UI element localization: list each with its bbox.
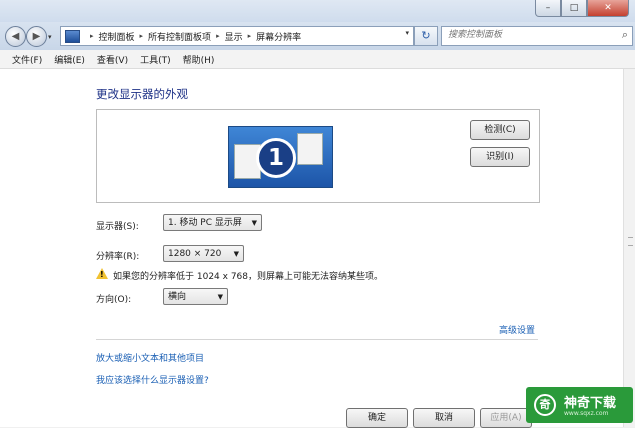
identify-button[interactable]: 识别(I) (470, 147, 530, 167)
logo-mark-icon: 奇 (534, 394, 556, 416)
menu-edit[interactable]: 编辑(E) (48, 53, 91, 66)
monitor-number-badge: 1 (256, 138, 296, 178)
menu-view[interactable]: 查看(V) (91, 53, 134, 66)
search-input[interactable] (442, 27, 608, 43)
chevron-down-icon: ▼ (217, 293, 223, 301)
display-preview: 1 检测(C) 识别(I) (96, 109, 540, 203)
watermark-logo: 奇 神奇下载 www.sqxz.com (526, 387, 633, 423)
back-button[interactable]: ◀ (5, 26, 26, 47)
title-bar: – □ ✕ (0, 0, 635, 22)
history-dropdown-icon[interactable]: ▾ (48, 33, 52, 41)
search-icon[interactable]: ⌕ (622, 28, 628, 42)
forward-button[interactable]: ▶ (26, 26, 47, 47)
resolution-warning-text: 如果您的分辨率低于 1024 x 768，则屏幕上可能无法容纳某些项。 (113, 272, 383, 282)
orientation-select[interactable]: 横向 ▼ (163, 288, 228, 305)
breadcrumb-screen-resolution[interactable]: 屏幕分辨率 (256, 30, 301, 43)
orientation-select-value: 横向 (168, 292, 187, 302)
breadcrumb-display[interactable]: 显示 (225, 30, 243, 43)
display-label: 显示器(S): (96, 222, 139, 232)
content-pane: 更改显示器的外观 1 检测(C) 识别(I) 显示器(S): 1. 移动 PC … (0, 69, 623, 428)
menu-tools[interactable]: 工具(T) (134, 53, 177, 66)
search-box[interactable]: ⌕ (441, 26, 633, 46)
window-controls: – □ ✕ (535, 0, 629, 17)
refresh-button[interactable]: ↻ (414, 26, 438, 46)
menu-file[interactable]: 文件(F) (6, 53, 48, 66)
address-bar[interactable]: ▸ 控制面板 ▸ 所有控制面板项 ▸ 显示 ▸ 屏幕分辨率 ▾ (60, 26, 414, 46)
breadcrumb-separator-icon[interactable]: ▸ (216, 32, 220, 40)
minimize-button[interactable]: – (535, 0, 561, 17)
detect-button[interactable]: 检测(C) (470, 120, 530, 140)
logo-url: www.sqxz.com (564, 410, 609, 417)
monitor-1-preview[interactable]: 1 (228, 126, 333, 188)
resolution-select-value: 1280 × 720 (168, 249, 222, 259)
which-settings-link[interactable]: 我应该选择什么显示器设置? (96, 373, 209, 386)
warning-icon-glyph: ! (100, 270, 104, 279)
menu-bar: 文件(F) 编辑(E) 查看(V) 工具(T) 帮助(H) (0, 50, 635, 69)
page-title: 更改显示器的外观 (96, 87, 188, 101)
breadcrumb-separator-icon[interactable]: ▸ (248, 32, 252, 40)
menu-help[interactable]: 帮助(H) (177, 53, 221, 66)
monitor-window-thumbnail (297, 133, 323, 165)
divider (96, 339, 538, 340)
cancel-button[interactable]: 取消 (413, 408, 475, 428)
breadcrumb: ▸ 控制面板 ▸ 所有控制面板项 ▸ 显示 ▸ 屏幕分辨率 (85, 30, 301, 43)
advanced-settings-link[interactable]: 高级设置 (499, 323, 535, 336)
orientation-label: 方向(O): (96, 295, 132, 305)
text-size-link[interactable]: 放大或缩小文本和其他项目 (96, 351, 204, 364)
breadcrumb-control-panel[interactable]: 控制面板 (99, 30, 135, 43)
apply-button[interactable]: 应用(A) (480, 408, 532, 428)
breadcrumb-separator-icon[interactable]: ▸ (90, 32, 94, 40)
breadcrumb-all-items[interactable]: 所有控制面板项 (148, 30, 211, 43)
close-button[interactable]: ✕ (587, 0, 629, 17)
chevron-down-icon: ▼ (251, 219, 257, 227)
navigation-bar: ◀ ▶ ▾ ▸ 控制面板 ▸ 所有控制面板项 ▸ 显示 ▸ 屏幕分辨率 ▾ ↻ … (0, 22, 635, 50)
address-dropdown-icon[interactable]: ▾ (405, 29, 409, 37)
resolution-select[interactable]: 1280 × 720 ▼ (163, 245, 244, 262)
vertical-scrollbar[interactable] (623, 69, 635, 427)
resolution-label: 分辨率(R): (96, 252, 140, 262)
display-select-value: 1. 移动 PC 显示屏 (168, 218, 242, 228)
control-panel-icon (65, 29, 80, 43)
scrollbar-grip[interactable] (628, 237, 633, 246)
logo-title: 神奇下载 (564, 396, 617, 411)
ok-button[interactable]: 确定 (346, 408, 408, 428)
chevron-down-icon: ▼ (233, 250, 239, 258)
breadcrumb-separator-icon[interactable]: ▸ (140, 32, 144, 40)
display-select[interactable]: 1. 移动 PC 显示屏 ▼ (163, 214, 262, 231)
warning-icon: ! (96, 268, 108, 279)
maximize-button[interactable]: □ (561, 0, 587, 17)
